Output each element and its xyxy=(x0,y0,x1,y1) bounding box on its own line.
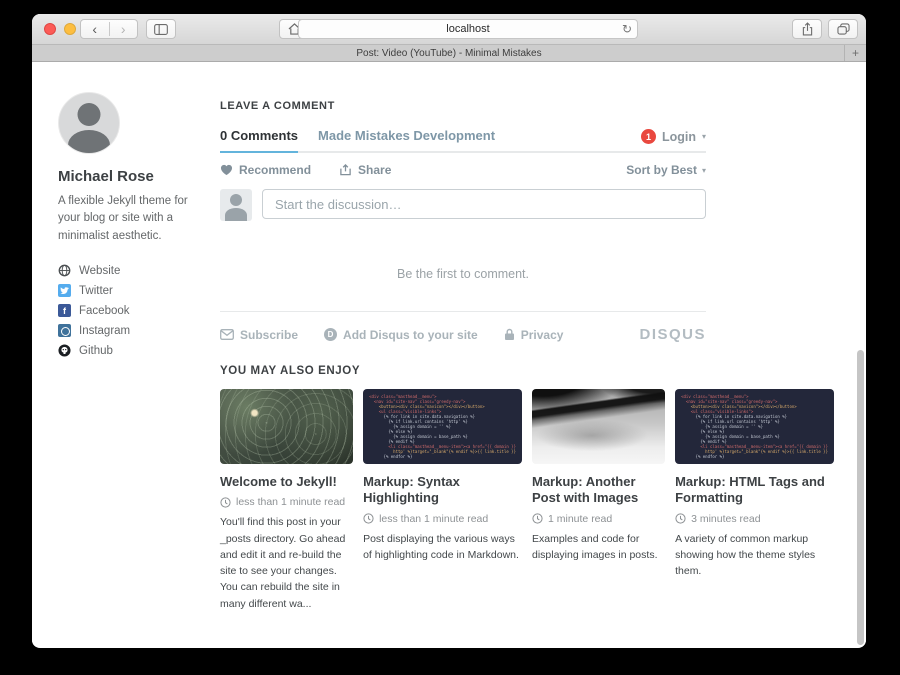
lock-icon xyxy=(504,328,515,341)
sidebar-item-twitter[interactable]: Twitter xyxy=(58,281,210,301)
related-card: Markup: Another Post with Images 1 minut… xyxy=(532,389,665,612)
post-excerpt: Examples and code for displaying images … xyxy=(532,531,665,564)
author-name: Michael Rose xyxy=(58,168,210,185)
read-time: less than 1 minute read xyxy=(379,513,488,525)
post-title-link[interactable]: Markup: Syntax Highlighting xyxy=(363,474,522,507)
reload-button[interactable]: ↻ xyxy=(622,22,632,36)
browser-toolbar: ‹ › localhost ↻ xyxy=(32,14,866,45)
link-label: Facebook xyxy=(79,305,130,317)
sidebar-item-github[interactable]: Github xyxy=(58,341,210,361)
tab-comments-count[interactable]: 0 Comments xyxy=(220,128,298,153)
sidebar-toggle-icon xyxy=(154,24,168,35)
post-thumbnail-code-editor[interactable]: <div class="masthead__menu"> <nav id="si… xyxy=(675,389,834,464)
related-card: <div class="masthead__menu"> <nav id="si… xyxy=(363,389,522,612)
link-label: Github xyxy=(79,345,113,357)
sidebar-item-instagram[interactable]: Instagram xyxy=(58,321,210,341)
address-bar[interactable]: localhost ↻ xyxy=(298,19,638,39)
clock-icon xyxy=(675,513,686,524)
forward-button[interactable]: › xyxy=(109,22,138,36)
post-thumbnail-foggy-landscape[interactable] xyxy=(532,389,665,464)
add-disqus-link[interactable]: D Add Disqus to your site xyxy=(324,328,478,342)
comment-compose xyxy=(220,189,706,221)
active-tab[interactable]: Post: Video (YouTube) - Minimal Mistakes xyxy=(356,48,541,59)
read-time: less than 1 minute read xyxy=(236,496,345,508)
post-excerpt: A variety of common markup showing how t… xyxy=(675,531,834,580)
related-posts-section: YOU MAY ALSO ENJOY Welcome to Jekyll! le… xyxy=(220,365,834,612)
read-time: 1 minute read xyxy=(548,513,612,525)
heart-icon xyxy=(220,164,233,176)
share-icon xyxy=(802,22,813,36)
related-cards: Welcome to Jekyll! less than 1 minute re… xyxy=(220,389,834,612)
back-button[interactable]: ‹ xyxy=(81,22,109,36)
tab-bar: Post: Video (YouTube) - Minimal Mistakes… xyxy=(32,45,866,62)
envelope-icon xyxy=(220,329,234,340)
empty-comments-message: Be the first to comment. xyxy=(220,267,706,281)
comments-heading: LEAVE A COMMENT xyxy=(220,100,706,112)
sidebar-toggle-button[interactable] xyxy=(146,19,176,39)
related-heading: YOU MAY ALSO ENJOY xyxy=(220,365,834,377)
guest-avatar xyxy=(220,189,252,221)
login-control[interactable]: 1 Login ▾ xyxy=(641,129,706,151)
link-label: Instagram xyxy=(79,325,130,337)
instagram-icon xyxy=(58,324,71,337)
sidebar-item-facebook[interactable]: f Facebook xyxy=(58,301,210,321)
minimize-window-button[interactable] xyxy=(64,23,76,35)
disqus-actions-row: Recommend Share Sort by Best ▾ xyxy=(220,153,706,187)
caret-down-icon: ▾ xyxy=(702,132,706,141)
disqus-d-icon: D xyxy=(324,328,337,341)
post-title-link[interactable]: Welcome to Jekyll! xyxy=(220,474,353,490)
caret-down-icon: ▾ xyxy=(702,166,706,175)
safari-window: ‹ › localhost ↻ Post: Video (YouTube) - … xyxy=(32,14,866,648)
vertical-scrollbar[interactable] xyxy=(857,350,864,645)
new-tab-button[interactable]: + xyxy=(844,45,866,61)
close-window-button[interactable] xyxy=(44,23,56,35)
github-icon xyxy=(58,344,71,357)
sidebar-item-website[interactable]: Website xyxy=(58,261,210,281)
clock-icon xyxy=(220,497,231,508)
login-label: Login xyxy=(662,130,696,144)
tab-community[interactable]: Made Mistakes Development xyxy=(318,128,495,151)
post-excerpt: You'll find this post in your _posts dir… xyxy=(220,514,353,612)
tab-overview-button[interactable] xyxy=(828,19,858,39)
author-links: Website Twitter f Facebook Insta xyxy=(58,261,210,361)
globe-icon xyxy=(58,264,71,277)
recommend-button[interactable]: Recommend xyxy=(220,163,311,177)
comments-section: LEAVE A COMMENT 0 Comments Made Mistakes… xyxy=(220,62,706,343)
related-card: <div class="masthead__menu"> <nav id="si… xyxy=(675,389,834,612)
disqus-tab-bar: 0 Comments Made Mistakes Development 1 L… xyxy=(220,128,706,153)
share-comments-button[interactable]: Share xyxy=(339,163,391,177)
share-button[interactable] xyxy=(792,19,822,39)
sort-by-dropdown[interactable]: Sort by Best ▾ xyxy=(626,163,706,177)
read-time: 3 minutes read xyxy=(691,513,760,525)
notification-badge: 1 xyxy=(641,129,656,144)
post-thumbnail-code-editor[interactable]: <div class="masthead__menu"> <nav id="si… xyxy=(363,389,522,464)
clock-icon xyxy=(532,513,543,524)
privacy-link[interactable]: Privacy xyxy=(504,328,564,342)
post-title-link[interactable]: Markup: HTML Tags and Formatting xyxy=(675,474,834,507)
author-bio: A flexible Jekyll theme for your blog or… xyxy=(58,193,210,245)
clock-icon xyxy=(363,513,374,524)
screenshot-stage: ‹ › localhost ↻ Post: Video (YouTube) - … xyxy=(0,0,900,675)
post-thumbnail-green-bubbles[interactable] xyxy=(220,389,353,464)
post-excerpt: Post displaying the various ways of high… xyxy=(363,531,522,564)
avatar xyxy=(58,92,120,154)
link-label: Twitter xyxy=(79,285,113,297)
url-text: localhost xyxy=(446,23,489,35)
facebook-icon: f xyxy=(58,304,71,317)
avatar-silhouette xyxy=(78,103,101,126)
subscribe-link[interactable]: Subscribe xyxy=(220,328,298,342)
twitter-icon xyxy=(58,284,71,297)
author-sidebar: Michael Rose A flexible Jekyll theme for… xyxy=(58,92,210,361)
disqus-logo[interactable]: DISQUS xyxy=(639,326,706,343)
disqus-footer: Subscribe D Add Disqus to your site Priv… xyxy=(220,312,706,343)
tab-overview-icon xyxy=(837,23,850,35)
post-title-link[interactable]: Markup: Another Post with Images xyxy=(532,474,665,507)
link-label: Website xyxy=(79,265,120,277)
page-content: Michael Rose A flexible Jekyll theme for… xyxy=(32,62,866,647)
comment-input[interactable] xyxy=(262,189,706,219)
history-nav-group: ‹ › xyxy=(80,19,138,39)
related-card: Welcome to Jekyll! less than 1 minute re… xyxy=(220,389,353,612)
share-box-icon xyxy=(339,164,352,176)
